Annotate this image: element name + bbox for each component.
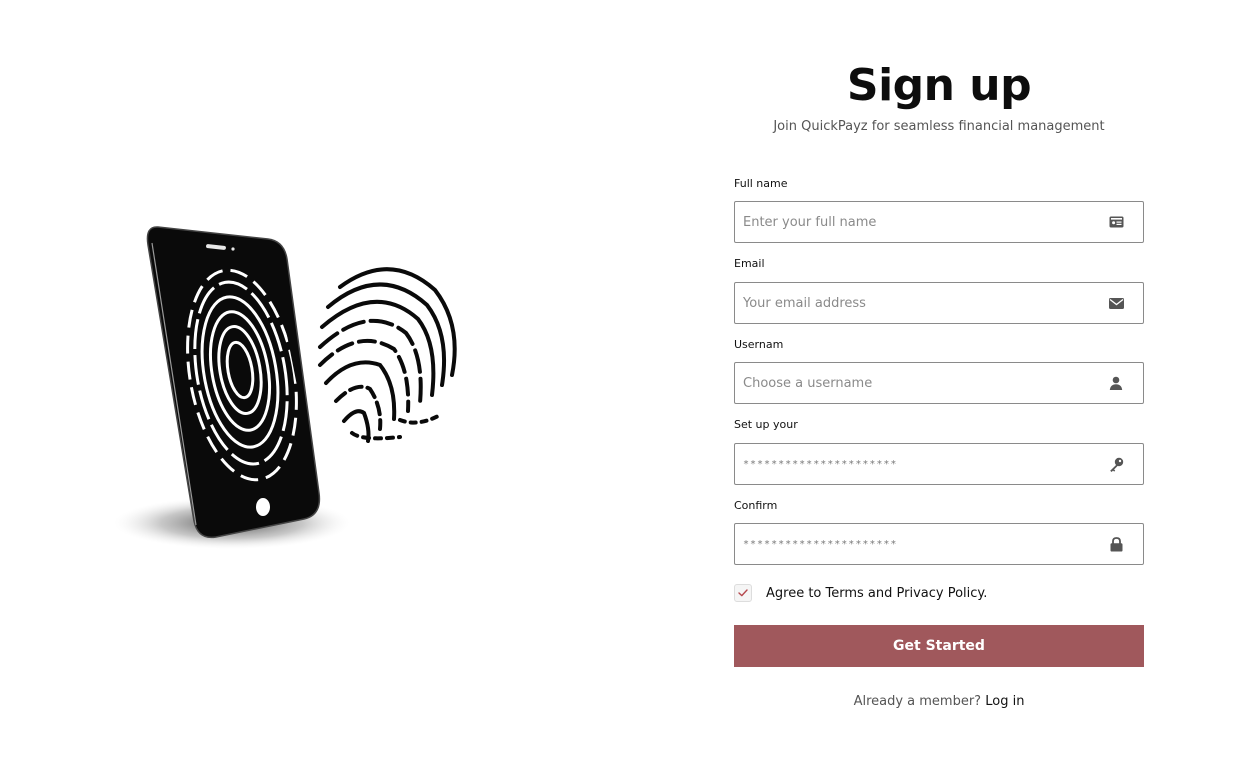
password-field[interactable]: **********************	[734, 443, 1144, 485]
user-icon	[1108, 375, 1124, 391]
password-value[interactable]: **********************	[735, 459, 1108, 470]
confirm-label: Confirm	[734, 499, 778, 512]
page-subtitle: Join QuickPayz for seamless financial ma…	[773, 119, 1105, 134]
confirm-password-value[interactable]: **********************	[735, 539, 1108, 550]
confirm-password-field[interactable]: **********************	[734, 523, 1144, 565]
id-card-icon	[1108, 214, 1124, 230]
page-title: Sign up	[846, 60, 1032, 111]
key-icon	[1108, 456, 1124, 472]
email-field[interactable]	[734, 282, 1144, 324]
full-name-input[interactable]	[735, 202, 1108, 242]
username-input[interactable]	[735, 363, 1108, 403]
full-name-label: Full name	[734, 177, 788, 190]
get-started-button[interactable]: Get Started	[734, 625, 1144, 667]
login-prompt: Already a member? Log in	[734, 694, 1144, 709]
agree-label[interactable]: Agree to Terms and Privacy Policy.	[766, 586, 987, 601]
check-icon	[738, 589, 748, 597]
agree-terms-row[interactable]: Agree to Terms and Privacy Policy.	[734, 584, 987, 602]
login-prompt-text: Already a member?	[853, 694, 982, 709]
password-label: Set up your	[734, 418, 798, 431]
lock-icon	[1108, 536, 1124, 552]
signup-form: Sign up Join QuickPayz for seamless fina…	[734, 0, 1144, 782]
email-input[interactable]	[735, 283, 1108, 323]
envelope-icon	[1108, 295, 1124, 311]
username-field[interactable]	[734, 362, 1144, 404]
agree-checkbox[interactable]	[734, 584, 752, 602]
email-label: Email	[734, 257, 765, 270]
username-label: Usernam	[734, 338, 784, 351]
full-name-field[interactable]	[734, 201, 1144, 243]
signup-page: Sign up Join QuickPayz for seamless fina…	[0, 0, 1253, 782]
phone-fingerprint-illustration	[100, 215, 480, 560]
login-link[interactable]: Log in	[985, 694, 1024, 709]
